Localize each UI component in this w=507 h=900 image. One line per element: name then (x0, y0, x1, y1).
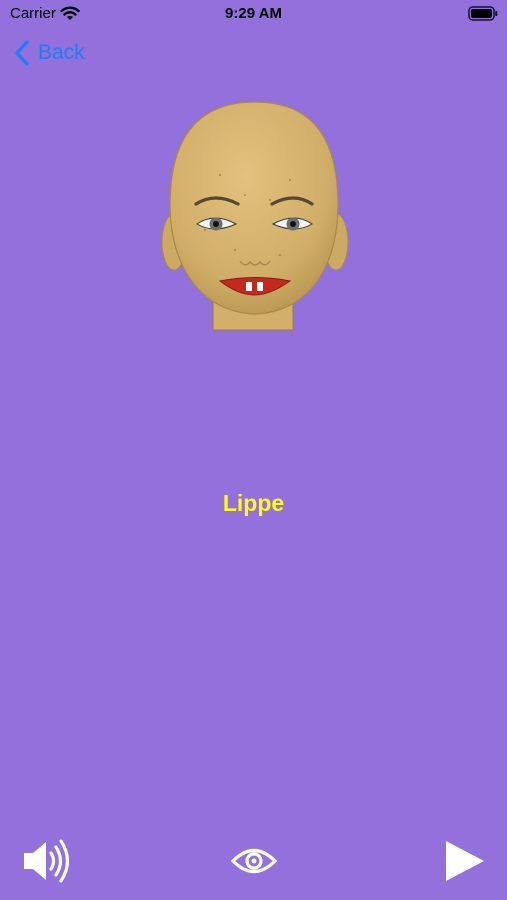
eye-icon[interactable] (231, 846, 277, 876)
face-icon (161, 101, 349, 331)
bottom-toolbar (0, 830, 507, 900)
speaker-icon[interactable] (20, 838, 70, 884)
status-bar: Carrier 9:29 AM (0, 0, 507, 28)
battery-icon (468, 6, 498, 21)
clock: 9:29 AM (225, 5, 282, 22)
play-icon[interactable] (442, 839, 486, 883)
chevron-left-icon (15, 40, 29, 66)
back-button[interactable]: Back (14, 38, 85, 68)
back-label: Back (38, 41, 85, 64)
word-label: Lippe (222, 490, 285, 516)
